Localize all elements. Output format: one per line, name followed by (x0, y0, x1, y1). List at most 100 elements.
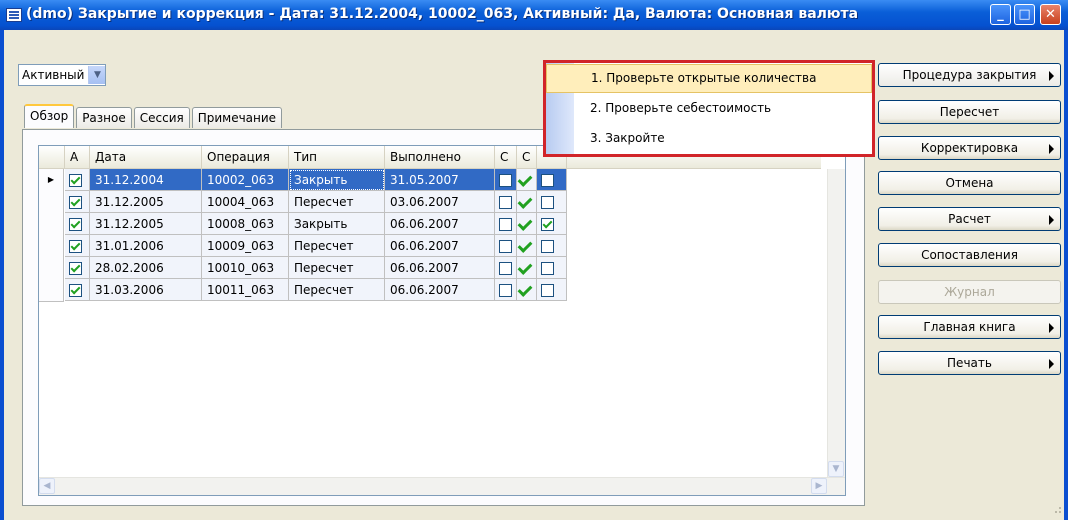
unchecked-box-icon[interactable] (541, 196, 554, 209)
unchecked-box-icon[interactable] (541, 262, 554, 275)
row-selector[interactable] (39, 191, 64, 214)
header-o[interactable]: С (517, 146, 537, 168)
maximize-button[interactable]: □ (1014, 4, 1035, 25)
table-row[interactable]: 31.03.2006 10011_063 Пересчет 06.06.2007 (39, 279, 579, 302)
tab-session[interactable]: Сессия (133, 107, 190, 128)
checked-box-icon[interactable] (69, 284, 82, 297)
cell-operation[interactable]: 10008_063 (202, 213, 289, 235)
checkbox-c[interactable] (495, 279, 517, 301)
checked-box-icon[interactable] (69, 262, 82, 275)
cell-type[interactable]: Пересчет (289, 257, 385, 279)
checkbox-active[interactable] (65, 213, 90, 235)
table-row[interactable]: ▶ 31.12.2004 10002_063 Закрыть 31.05.2007 (39, 169, 579, 192)
table-row[interactable]: 31.01.2006 10009_063 Пересчет 06.06.2007 (39, 235, 579, 258)
unchecked-box-icon[interactable] (541, 284, 554, 297)
adjustment-button[interactable]: Корректировка (878, 136, 1061, 160)
vertical-scrollbar[interactable]: ▼ (827, 169, 845, 477)
calc-button[interactable]: Расчет (878, 207, 1061, 231)
minimize-button[interactable]: _ (990, 4, 1011, 25)
checked-box-icon[interactable] (541, 218, 554, 231)
checked-box-icon[interactable] (69, 174, 82, 187)
horizontal-scrollbar[interactable]: ◀ ▶ (39, 477, 845, 495)
cancel-button[interactable]: Отмена (878, 171, 1061, 195)
unchecked-box-icon[interactable] (499, 196, 512, 209)
header-c[interactable]: С (495, 146, 517, 168)
cell-operation[interactable]: 10011_063 (202, 279, 289, 301)
cell-executed[interactable]: 31.05.2007 (385, 169, 495, 191)
current-row-indicator-icon[interactable]: ▶ (39, 169, 64, 192)
header-type[interactable]: Тип (289, 146, 385, 168)
checkbox-last[interactable] (537, 257, 567, 279)
cell-type[interactable]: Закрыть (289, 213, 385, 235)
menu-item-close[interactable]: 3. Закройте (546, 124, 872, 153)
cell-operation[interactable]: 10009_063 (202, 235, 289, 257)
status-ok[interactable] (517, 235, 537, 257)
cell-executed[interactable]: 06.06.2007 (385, 235, 495, 257)
cell-operation[interactable]: 10004_063 (202, 191, 289, 213)
unchecked-box-icon[interactable] (499, 262, 512, 275)
checkbox-active[interactable] (65, 257, 90, 279)
header-operation[interactable]: Операция (202, 146, 289, 168)
close-button[interactable]: ✕ (1040, 4, 1061, 25)
row-selector[interactable] (39, 279, 64, 302)
checkbox-active[interactable] (65, 279, 90, 301)
cell-type[interactable]: Закрыть (289, 169, 385, 191)
cell-date[interactable]: 31.03.2006 (90, 279, 202, 301)
checkbox-active[interactable] (65, 191, 90, 213)
table-row[interactable]: 31.12.2005 10004_063 Пересчет 03.06.2007 (39, 191, 579, 214)
header-date[interactable]: Дата (90, 146, 202, 168)
checked-box-icon[interactable] (69, 240, 82, 253)
checkbox-last[interactable] (537, 213, 567, 235)
operations-grid[interactable]: А Дата Операция Тип Выполнено С С ▶ 31.12… (38, 145, 846, 496)
checkbox-last[interactable] (537, 191, 567, 213)
checkbox-c[interactable] (495, 213, 517, 235)
scroll-left-icon[interactable]: ◀ (39, 478, 55, 494)
matching-button[interactable]: Сопоставления (878, 243, 1061, 267)
cell-type[interactable]: Пересчет (289, 191, 385, 213)
scroll-down-icon[interactable]: ▼ (828, 461, 844, 477)
checkbox-last[interactable] (537, 235, 567, 257)
journal-button[interactable]: Журнал (878, 280, 1061, 304)
checkbox-last[interactable] (537, 169, 567, 191)
unchecked-box-icon[interactable] (499, 284, 512, 297)
cell-date[interactable]: 31.12.2005 (90, 191, 202, 213)
resize-grip-icon[interactable] (1052, 504, 1062, 514)
checkbox-c[interactable] (495, 257, 517, 279)
tab-overview[interactable]: Обзор (24, 104, 75, 128)
table-row[interactable]: 28.02.2006 10010_063 Пересчет 06.06.2007 (39, 257, 579, 280)
cell-date[interactable]: 31.12.2005 (90, 213, 202, 235)
recalc-button[interactable]: Пересчет (878, 100, 1061, 124)
cell-executed[interactable]: 03.06.2007 (385, 191, 495, 213)
checkbox-active[interactable] (65, 169, 90, 191)
menu-item-check-open-quantities[interactable]: 1. Проверьте открытые количества (546, 64, 872, 93)
cell-date[interactable]: 31.01.2006 (90, 235, 202, 257)
checkbox-c[interactable] (495, 191, 517, 213)
unchecked-box-icon[interactable] (541, 174, 554, 187)
status-ok[interactable] (517, 191, 537, 213)
status-ok[interactable] (517, 257, 537, 279)
cell-executed[interactable]: 06.06.2007 (385, 213, 495, 235)
table-row[interactable]: 31.12.2005 10008_063 Закрыть 06.06.2007 (39, 213, 579, 236)
header-active[interactable]: А (65, 146, 90, 168)
tab-misc[interactable]: Разное (76, 107, 132, 128)
close-procedure-button[interactable]: Процедура закрытия (878, 63, 1061, 87)
checked-box-icon[interactable] (69, 218, 82, 231)
cell-date[interactable]: 31.12.2004 (90, 169, 202, 191)
status-filter-select[interactable]: Активный ▼ (18, 64, 107, 86)
cell-executed[interactable]: 06.06.2007 (385, 257, 495, 279)
row-selector[interactable] (39, 235, 64, 258)
status-ok[interactable] (517, 169, 537, 191)
chevron-down-icon[interactable]: ▼ (88, 66, 106, 84)
cell-executed[interactable]: 06.06.2007 (385, 279, 495, 301)
cell-date[interactable]: 28.02.2006 (90, 257, 202, 279)
header-executed[interactable]: Выполнено (385, 146, 495, 168)
cell-type[interactable]: Пересчет (289, 235, 385, 257)
print-button[interactable]: Печать (878, 351, 1061, 375)
unchecked-box-icon[interactable] (499, 218, 512, 231)
unchecked-box-icon[interactable] (499, 240, 512, 253)
unchecked-box-icon[interactable] (541, 240, 554, 253)
row-selector[interactable] (39, 257, 64, 280)
cell-operation[interactable]: 10010_063 (202, 257, 289, 279)
checkbox-active[interactable] (65, 235, 90, 257)
status-ok[interactable] (517, 213, 537, 235)
